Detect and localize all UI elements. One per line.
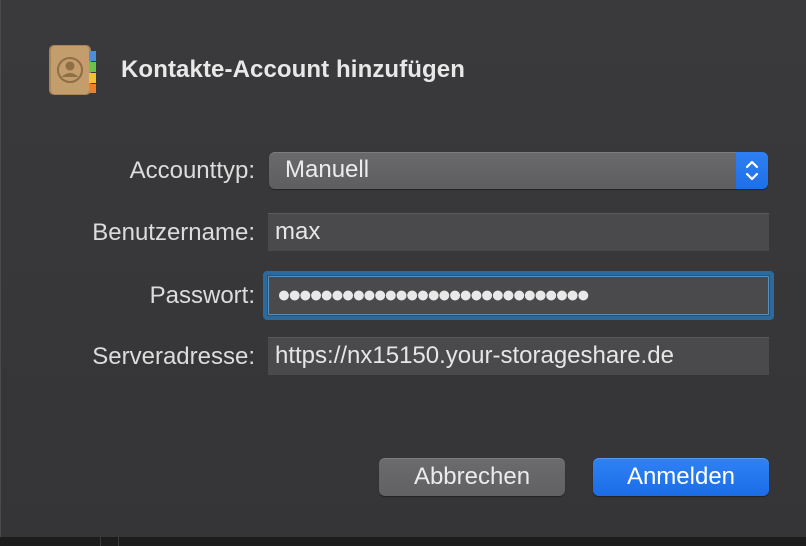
account-type-value: Manuell [285,156,370,183]
add-account-dialog: Kontakte-Account hinzufügen Accounttyp: … [0,0,806,537]
divider [100,537,101,546]
divider [118,537,119,546]
password-label: Passwort: [149,282,255,309]
cancel-button[interactable]: Abbrechen [379,458,565,496]
chevron-up-down-icon [745,160,759,181]
server-field[interactable]: https://nx15150.your-storageshare.de [268,337,769,375]
server-value: https://nx15150.your-storageshare.de [275,342,674,369]
background-window-edge [0,537,806,546]
dialog-title: Kontakte-Account hinzufügen [121,56,466,83]
account-type-label: Accounttyp: [129,157,255,184]
username-field[interactable]: max [268,213,769,251]
username-value: max [275,218,321,245]
password-field[interactable]: ●●●●●●●●●●●●●●●●●●●●●●●●●●●●● [263,271,774,320]
account-type-popup[interactable]: Manuell [269,152,768,189]
sign-in-button[interactable]: Anmelden [593,458,769,496]
server-label: Serveradresse: [92,343,255,370]
popup-stepper[interactable] [736,152,768,189]
contacts-app-icon [49,45,96,95]
username-label: Benutzername: [92,219,255,246]
password-masked-value: ●●●●●●●●●●●●●●●●●●●●●●●●●●●●● [277,281,590,307]
